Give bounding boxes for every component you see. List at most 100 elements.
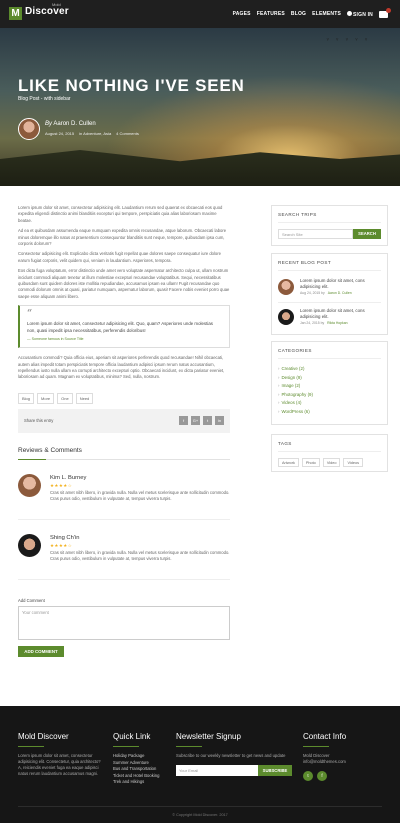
author-name[interactable]: Aaron D. Cullen [53,121,95,127]
post-title[interactable]: Lorem ipsum dolor sit amet, cons adipisi… [300,278,382,290]
footer-contact: Contact Info Mold Discover info@moldthem… [303,732,383,781]
tag-link[interactable]: More [37,392,55,404]
recent-post[interactable]: Lorem ipsum dolor sit amet, cons adipisi… [278,277,381,303]
footer-about-text: Lorem ipsum dolor sit amet, consectetur … [18,753,101,776]
twitter-icon[interactable]: t [303,771,313,781]
add-comment-label: Add Comment [18,597,45,603]
search-button[interactable]: SEARCH [353,229,381,239]
newsletter-text: Subscribe to our weekly newsletter to ge… [176,753,286,758]
logo-mark[interactable]: M [9,7,22,20]
comment-textarea[interactable]: Your comment [18,605,230,640]
post-category[interactable]: in Adventure, Asia [79,131,111,136]
footer-divider [113,746,139,747]
recent-post[interactable]: Lorem ipsum dolor sit amet, cons adipisi… [278,307,381,333]
footer-link[interactable]: Ticket and Hotel Booking [113,773,171,780]
category-link[interactable]: › Design (9) [278,374,381,383]
post-meta: Aug 24, 2015 by Aaron D. Cullen [300,291,352,295]
tag-link[interactable]: Artwork [278,458,299,467]
footer-heading: Quick Link [113,732,151,741]
tag-link[interactable]: Video [322,458,341,467]
user-icon [346,10,352,16]
google-plus-icon[interactable]: G+ [191,416,200,426]
facebook-icon[interactable]: f [179,416,188,426]
footer-link[interactable]: Bus and Transportation [113,766,171,773]
linkedin-icon[interactable]: in [215,416,224,426]
category-link[interactable]: › Videos (4) [278,399,381,408]
nav-blog[interactable]: BLOG [291,11,306,17]
rating-stars: ★★★★☆ [50,482,73,488]
tag-link[interactable]: Videos [343,458,364,467]
author-byline: By Aaron D. Cullen [45,121,96,127]
search-input[interactable]: Search Site [278,229,353,239]
nav-pages[interactable]: PAGES [233,11,251,17]
category-link[interactable]: › Photography (9) [278,391,381,400]
share-label: Share this entry [24,418,54,424]
nav-features[interactable]: FEATURES [257,11,285,17]
footer-divider [18,746,44,747]
categories-widget: CATEGORIES › Creative (2) › Design (9) › Im… [271,341,388,425]
chevron-right-icon: › [278,374,280,380]
post-title[interactable]: Lorem ipsum dolor sit amet, cons adipisi… [300,308,382,320]
rating-stars: ★★★★☆ [50,542,73,548]
review-text: Cras sit amet nibh libero, in gravida nu… [50,549,230,561]
post-date: August 24, 2015 [45,131,75,136]
article-body: Lorem ipsum dolor sit amet, consectetur … [18,205,230,657]
post-thumbnail[interactable] [278,279,294,295]
reviews-title: Reviews & Comments [18,446,82,454]
footer-link[interactable]: Summer Adventure [113,760,171,767]
tag-link[interactable]: One [57,392,73,404]
category-link[interactable]: › Image (2) [278,382,381,391]
facebook-icon[interactable]: f [317,771,327,781]
add-comment-button[interactable]: ADD COMMENT [18,645,64,657]
widget-title: TAGS [278,441,381,452]
tag-link[interactable]: Photo [301,458,320,467]
footer-heading: Mold Discover [18,732,69,741]
chevron-right-icon: › [278,383,280,388]
footer-link[interactable]: Holiday Package [113,753,171,760]
widget-title: SEARCH TRIPS [278,212,381,223]
reviewer-name: Kim L. Burney [50,474,87,481]
footer-about: Mold Discover Lorem ipsum dolor sit amet… [18,732,103,777]
logo-text[interactable]: Discover [25,6,69,17]
chevron-right-icon: › [278,366,280,371]
widget-title: RECENT BLOG POST [278,260,381,271]
nav-elements[interactable]: ELEMENTS [312,11,341,17]
newsletter-email-input[interactable]: Your Email [176,765,258,776]
widget-title: CATEGORIES [278,348,381,359]
top-navbar: M Mold Discover PAGES FEATURES BLOG ELEM… [0,0,400,28]
quote-text: Lorem ipsum dolor sit amet, consectetur … [27,321,213,333]
tag-link[interactable]: Need [75,392,94,404]
post-meta: Jan 24, 2015 by Rikta Hopkan [300,321,348,325]
chevron-right-icon: › [278,400,280,405]
hill-silhouette [0,150,400,186]
quote-source: — Someone famous in Source Title [27,337,84,342]
review-item: Kim L. Burney ★★★★☆ Cras sit amet nibh l… [18,460,230,520]
footer-link[interactable]: Trek and Hikings [113,779,171,786]
footer-newsletter: Newsletter Signup Subscribe to our weekl… [176,732,298,776]
search-widget: SEARCH TRIPS Search Site SEARCH [271,205,388,246]
page-subtitle: Blog Post - with sidebar [18,96,71,102]
reviewer-avatar [18,473,41,497]
hero-banner: ᵛ ᵛ ᵛ ᵛ ᵛ LIKE NOTHING I'VE SEEN Blog Po… [0,28,400,186]
cart-icon[interactable] [379,7,391,18]
sign-in-link[interactable]: SIGN IN [346,10,373,18]
blockquote: “ Lorem ipsum dolor sit amet, consectetu… [18,305,230,349]
category-link[interactable]: › Creative (2) [278,365,381,374]
subscribe-button[interactable]: SUBSCRIBE [258,765,292,776]
copyright-text: © Copyright Mold Discover. 2017 [172,813,228,817]
article-paragraph: Eos dicta fuga voluptatum, error distinc… [18,268,230,299]
category-link[interactable]: › WordPress (6) [278,408,381,417]
cart-badge [386,7,391,13]
footer-heading: Contact Info [303,732,347,741]
reviewer-name: Shing Ch'in [50,534,80,541]
contact-email[interactable]: info@moldthemes.com [303,759,383,765]
twitter-icon[interactable]: t [203,416,212,426]
footer-bottom-divider [18,806,382,807]
author-avatar[interactable] [18,118,40,140]
footer-divider [303,746,329,747]
post-comment-count[interactable]: 4 Comments [116,131,139,136]
footer-quick-links: Quick Link Holiday Package Summer Advent… [113,732,171,786]
footer-heading: Newsletter Signup [176,732,241,741]
post-thumbnail[interactable] [278,309,294,325]
tag-link[interactable]: Blog [18,392,35,404]
